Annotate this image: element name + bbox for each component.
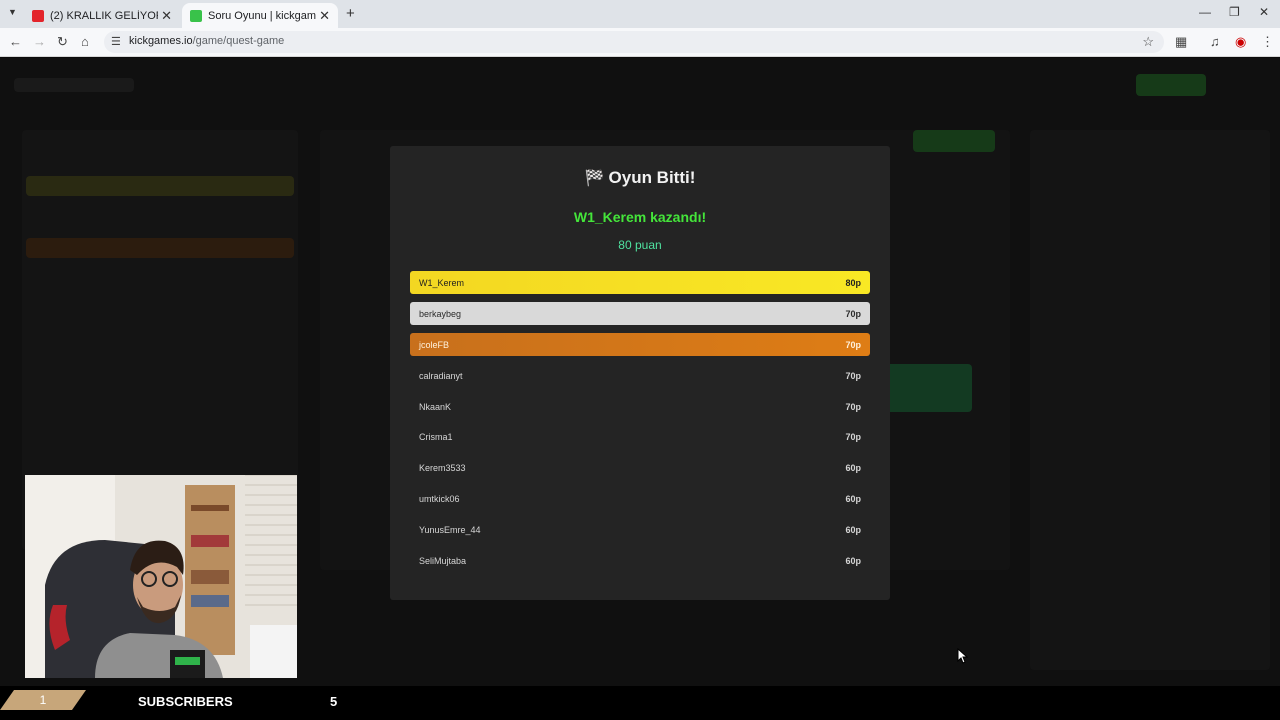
answer-option — [880, 364, 972, 412]
player-points: 60p — [845, 462, 861, 473]
player-points: 70p — [845, 401, 861, 412]
left-panel-row — [26, 238, 294, 258]
profile-avatar-icon[interactable]: ◉ — [1235, 34, 1246, 50]
extensions-icon[interactable]: ▦ — [1175, 34, 1187, 50]
tab-search-icon[interactable]: ▼ — [8, 7, 17, 17]
modal-title: 🏁 Oyun Bitti! — [390, 168, 890, 188]
tab-title: (2) KRALLIK GELİYOR: Kurtuluş — [50, 9, 158, 22]
home-icon[interactable]: ⌂ — [81, 34, 89, 49]
rank-badge: 1 — [0, 690, 86, 710]
bookmark-star-icon[interactable]: ☆ — [1142, 34, 1154, 50]
close-tab-icon[interactable]: ✕ — [319, 8, 330, 24]
webcam-feed — [25, 475, 297, 678]
address-bar[interactable]: ☰ kickgames.io/game/quest-game ☆ — [104, 31, 1164, 53]
player-name: NkaanK — [419, 401, 452, 412]
rank-number: 1 — [39, 693, 47, 707]
browser-tab-youtube[interactable]: (2) KRALLIK GELİYOR: Kurtuluş ✕ — [24, 3, 180, 28]
leaderboard-row: jcoleFB 70p — [410, 333, 870, 356]
player-name: SeliMujtaba — [419, 555, 467, 566]
player-points: 70p — [845, 308, 861, 319]
player-name: Kerem3533 — [419, 462, 466, 473]
leaderboard-row: Crisma1 70p — [410, 425, 870, 448]
player-points: 60p — [845, 524, 861, 535]
center-button — [913, 130, 995, 152]
player-points: 80p — [845, 277, 861, 288]
site-logo — [14, 78, 134, 92]
modal-title-text: Oyun Bitti! — [608, 168, 696, 187]
mouse-cursor-icon — [957, 648, 969, 664]
player-points: 70p — [845, 339, 861, 350]
winner-points: 80 puan — [618, 238, 662, 252]
left-panel-row — [26, 176, 294, 196]
url-host: kickgames.io — [129, 35, 193, 47]
right-panel — [1030, 130, 1270, 670]
url-text[interactable]: kickgames.io/game/quest-game — [129, 35, 284, 47]
stream-bottom-bar: 1 SUBSCRIBERS 5 — [0, 686, 1280, 720]
player-name: calradianyt — [419, 370, 463, 381]
leaderboard-row: berkaybeg 70p — [410, 302, 870, 325]
new-tab-icon[interactable]: + — [346, 5, 355, 22]
restore-icon[interactable]: ❐ — [1229, 5, 1240, 19]
leaderboard-row: NkaanK 70p — [410, 395, 870, 418]
player-points: 70p — [845, 431, 861, 442]
player-points: 70p — [845, 370, 861, 381]
game-over-modal: 🏁 Oyun Bitti! W1_Kerem kazandı! 80 puan W… — [390, 146, 890, 600]
leaderboard-row: SeliMujtaba 60p — [410, 549, 870, 572]
player-name: umtkick06 — [419, 493, 460, 504]
browser-toolbar: ← → ↻ ⌂ ☰ kickgames.io/game/quest-game ☆… — [0, 28, 1280, 57]
player-name: YunusEmre_44 — [419, 524, 481, 535]
player-name: W1_Kerem — [419, 277, 465, 288]
minimize-icon[interactable]: — — [1199, 5, 1211, 19]
player-name: berkaybeg — [419, 308, 462, 319]
menu-icon[interactable]: ⋮ — [1261, 34, 1274, 50]
leaderboard-row: Kerem3533 60p — [410, 456, 870, 479]
subscribers-count: 5 — [330, 694, 338, 709]
site-info-icon[interactable]: ☰ — [111, 35, 121, 48]
checkered-flag-icon: 🏁 — [584, 170, 605, 187]
leaderboard-row: calradianyt 70p — [410, 364, 870, 387]
url-path: /game/quest-game — [192, 35, 285, 47]
close-tab-icon[interactable]: ✕ — [161, 8, 172, 24]
winner-announcement: W1_Kerem kazandı! — [573, 209, 707, 225]
webcam-image — [25, 475, 297, 678]
leaderboard-row: W1_Kerem 80p — [410, 271, 870, 294]
player-points: 60p — [845, 493, 861, 504]
subscribers-label: SUBSCRIBERS — [138, 694, 233, 709]
player-name: jcoleFB — [419, 339, 450, 350]
youtube-favicon-icon — [32, 9, 44, 22]
leaderboard-row: YunusEmre_44 60p — [410, 518, 870, 541]
leaderboard-row: umtkick06 60p — [410, 487, 870, 510]
player-points: 60p — [845, 555, 861, 566]
close-window-icon[interactable]: ✕ — [1259, 5, 1269, 19]
browser-tab-kickgames[interactable]: Soru Oyunu | kickgames.io ✕ — [182, 3, 338, 28]
player-name: Crisma1 — [419, 431, 453, 442]
header-button — [1136, 74, 1206, 96]
forward-icon[interactable]: → — [33, 34, 46, 49]
back-icon[interactable]: ← — [9, 34, 22, 49]
reload-icon[interactable]: ↻ — [57, 34, 68, 50]
media-controls-icon[interactable]: ♫ — [1210, 34, 1220, 49]
browser-tab-strip: ▼ (2) KRALLIK GELİYOR: Kurtuluş ✕ Soru O… — [0, 0, 1280, 28]
kickgames-favicon-icon — [190, 9, 202, 22]
tab-title: Soru Oyunu | kickgames.io — [208, 9, 316, 22]
